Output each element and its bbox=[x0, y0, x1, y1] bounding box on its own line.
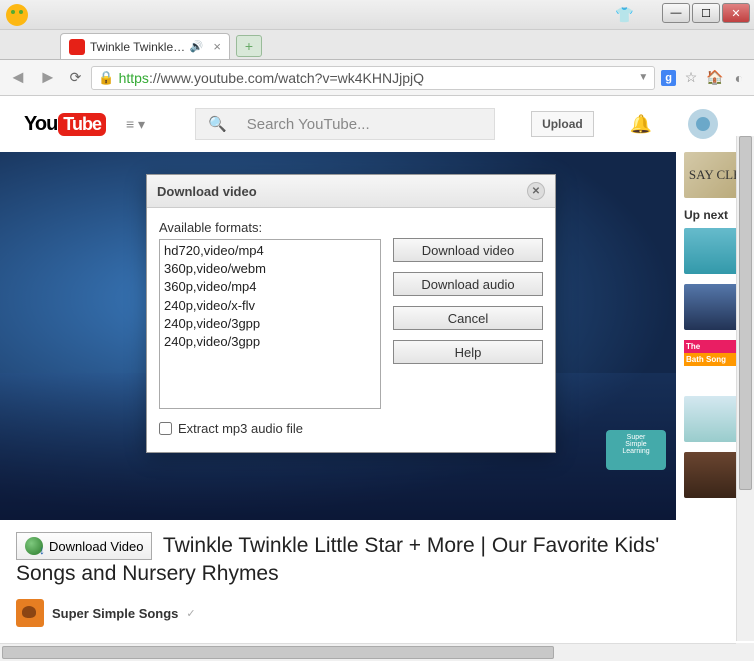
youtube-logo[interactable]: You Tube bbox=[24, 113, 106, 136]
toolbar: ◄ ► ⟳ 🔒 https://www.youtube.com/watch?v=… bbox=[0, 60, 754, 96]
format-option[interactable]: 240p,video/x-flv bbox=[162, 297, 378, 315]
reload-button[interactable]: ⟳ bbox=[66, 69, 86, 86]
cancel-button[interactable]: Cancel bbox=[393, 306, 543, 330]
url-protocol: https bbox=[119, 70, 149, 86]
format-option[interactable]: 360p,video/webm bbox=[162, 260, 378, 278]
star-icon[interactable]: ☆ bbox=[682, 69, 700, 87]
tab-bar: Twinkle Twinkle Little S 🔊 × + bbox=[0, 30, 754, 60]
tab-title: Twinkle Twinkle Little S bbox=[90, 40, 186, 54]
url-path: ://www.youtube.com/watch?v=wk4KHNJjpjQ bbox=[149, 70, 424, 86]
scrollbar-thumb[interactable] bbox=[2, 646, 554, 659]
extract-mp3-row[interactable]: Extract mp3 audio file bbox=[159, 421, 381, 436]
tab-close-icon[interactable]: × bbox=[213, 39, 221, 54]
channel-avatar[interactable] bbox=[16, 599, 44, 627]
maximize-button[interactable]: ☐ bbox=[692, 3, 720, 23]
upload-button[interactable]: Upload bbox=[531, 111, 594, 137]
download-video-button[interactable]: Download Video bbox=[16, 532, 152, 560]
dialog-titlebar[interactable]: Download video ✕ bbox=[147, 175, 555, 208]
search-icon: 🔍 bbox=[208, 115, 227, 133]
horizontal-scrollbar[interactable] bbox=[0, 643, 736, 661]
audio-icon[interactable]: 🔊 bbox=[190, 40, 204, 53]
guide-button[interactable]: ≡ ▾ bbox=[122, 112, 149, 137]
vertical-scrollbar[interactable] bbox=[736, 136, 754, 641]
dialog-close-button[interactable]: ✕ bbox=[527, 182, 545, 200]
scrollbar-thumb[interactable] bbox=[739, 136, 752, 490]
close-window-button[interactable]: ✕ bbox=[722, 3, 750, 23]
channel-row: Super Simple Songs ✓ bbox=[16, 599, 660, 627]
scroll-corner bbox=[736, 643, 754, 661]
verified-icon: ✓ bbox=[186, 607, 195, 620]
extract-mp3-checkbox[interactable] bbox=[159, 422, 172, 435]
youtube-header: You Tube ≡ ▾ 🔍 Search YouTube... Upload … bbox=[0, 96, 754, 152]
format-option[interactable]: 360p,video/mp4 bbox=[162, 278, 378, 296]
format-option[interactable]: 240p,video/3gpp bbox=[162, 333, 378, 351]
window-titlebar: 👕 — ☐ ✕ bbox=[0, 0, 754, 30]
back-button[interactable]: ◄ bbox=[6, 67, 30, 88]
lock-icon: 🔒 bbox=[98, 70, 114, 86]
address-bar[interactable]: 🔒 https://www.youtube.com/watch?v=wk4KHN… bbox=[91, 66, 655, 90]
video-info: Download Video Twinkle Twinkle Little St… bbox=[0, 520, 676, 639]
format-option[interactable]: 240p,video/3gpp bbox=[162, 315, 378, 333]
search-placeholder: Search YouTube... bbox=[247, 116, 370, 133]
channel-name[interactable]: Super Simple Songs bbox=[52, 606, 178, 621]
browser-icon bbox=[6, 4, 28, 26]
extension-icon[interactable]: 👕 bbox=[615, 6, 634, 24]
url-dropdown-icon[interactable]: ▼ bbox=[638, 72, 648, 83]
minimize-button[interactable]: — bbox=[662, 3, 690, 23]
account-avatar[interactable] bbox=[688, 109, 718, 139]
dialog-title: Download video bbox=[157, 184, 257, 199]
new-tab-button[interactable]: + bbox=[236, 35, 262, 57]
notifications-icon[interactable]: 🔔 bbox=[630, 114, 652, 135]
download-audio-action[interactable]: Download audio bbox=[393, 272, 543, 296]
help-button[interactable]: Help bbox=[393, 340, 543, 364]
download-video-action[interactable]: Download video bbox=[393, 238, 543, 262]
home-icon[interactable]: 🏠 bbox=[706, 69, 724, 87]
globe-download-icon bbox=[25, 537, 43, 555]
channel-watermark[interactable]: Super Simple Learning bbox=[606, 430, 666, 470]
format-listbox[interactable]: hd720,video/mp4 360p,video/webm 360p,vid… bbox=[159, 239, 381, 409]
menu-icon[interactable]: ◐ bbox=[730, 69, 748, 87]
search-engine-icon[interactable]: g bbox=[661, 70, 676, 86]
format-option[interactable]: hd720,video/mp4 bbox=[162, 242, 378, 260]
download-dialog: Download video ✕ Available formats: hd72… bbox=[146, 174, 556, 453]
forward-button[interactable]: ► bbox=[36, 67, 60, 88]
browser-tab[interactable]: Twinkle Twinkle Little S 🔊 × bbox=[60, 33, 230, 59]
formats-label: Available formats: bbox=[159, 220, 381, 235]
search-input[interactable]: 🔍 Search YouTube... bbox=[195, 108, 495, 140]
youtube-favicon bbox=[69, 39, 85, 55]
